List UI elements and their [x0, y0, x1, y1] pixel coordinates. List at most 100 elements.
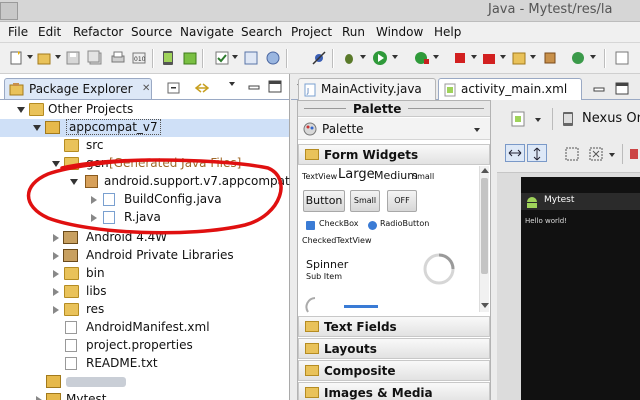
open-console-icon[interactable]	[243, 50, 259, 66]
menu-help[interactable]: Help	[434, 25, 461, 39]
coverage-icon[interactable]	[481, 50, 497, 66]
menu-edit[interactable]: Edit	[38, 25, 61, 39]
scroll-up-icon[interactable]	[481, 168, 489, 173]
android-sdk-icon[interactable]	[182, 50, 198, 66]
widget-toggle-button[interactable]: OFF	[387, 190, 417, 212]
emulate-real-size-button[interactable]	[505, 144, 525, 162]
view-menu-icon[interactable]	[229, 82, 235, 86]
tree-item-bin[interactable]: bin	[0, 265, 289, 283]
new-dropdown-icon[interactable]	[27, 55, 33, 59]
tab-activity-main-xml[interactable]: activity_main.xml	[438, 78, 582, 100]
widget-small-button[interactable]: Small	[350, 190, 380, 212]
widget-button[interactable]: Button	[303, 190, 345, 212]
open-perspective-icon[interactable]	[265, 50, 281, 66]
layout-canvas[interactable]: Mytest Hello world!	[497, 172, 640, 400]
palette-scrollbar[interactable]	[479, 166, 489, 312]
new-class-dropdown-icon[interactable]	[590, 55, 596, 59]
tree-item-readme[interactable]: README.txt	[0, 355, 289, 373]
tab-main-activity[interactable]: J MainActivity.java	[298, 78, 436, 100]
widget-sub-item[interactable]: Sub Item	[306, 272, 342, 281]
widget-textview[interactable]: TextView	[302, 172, 337, 181]
chevron-down-icon[interactable]	[474, 128, 480, 132]
tree-item-package[interactable]: android.support.v7.appcompat	[0, 173, 290, 191]
save-icon[interactable]	[65, 50, 81, 66]
open-dropdown-icon[interactable]	[55, 55, 61, 59]
new-java-project-icon[interactable]	[511, 50, 527, 66]
widget-checked-textview[interactable]: CheckedTextView	[302, 236, 372, 245]
expand-arrow-icon[interactable]	[17, 107, 25, 113]
task-icon[interactable]	[214, 50, 230, 66]
debug-dropdown-icon[interactable]	[360, 55, 366, 59]
minimize-icon[interactable]	[248, 82, 260, 92]
toggle-expand-icon[interactable]	[589, 147, 603, 161]
drawer-images-media[interactable]: Images & Media	[298, 382, 490, 400]
scrollbar-thumb[interactable]	[481, 178, 488, 274]
open-type-icon[interactable]	[36, 50, 52, 66]
progress-small-icon[interactable]	[304, 296, 326, 316]
menu-navigate[interactable]: Navigate	[180, 25, 234, 39]
radio-icon[interactable]	[368, 221, 377, 230]
tree-item-android-platform[interactable]: Android 4.4W	[0, 229, 289, 247]
sdk-manager-icon[interactable]: 010	[131, 50, 147, 66]
tree-item-blurred-project[interactable]	[0, 373, 289, 391]
new-package-icon[interactable]	[542, 50, 558, 66]
maximize-icon[interactable]	[268, 80, 282, 93]
external-tools-dropdown-icon[interactable]	[433, 55, 439, 59]
coverage-dropdown-icon[interactable]	[500, 55, 506, 59]
tree-item-appcompat[interactable]: appcompat_v7	[0, 119, 289, 137]
collapse-arrow-icon[interactable]	[53, 270, 59, 278]
tree-item-other-projects[interactable]: Other Projects	[0, 101, 289, 119]
tree-item-manifest[interactable]: AndroidManifest.xml	[0, 319, 289, 337]
package-explorer-tab[interactable]: Package Explorer ✕	[4, 78, 152, 99]
expand-arrow-icon[interactable]	[33, 125, 41, 131]
progress-bar-icon[interactable]	[344, 305, 378, 308]
widget-checkbox[interactable]: CheckBox	[319, 219, 358, 228]
collapse-arrow-icon[interactable]	[36, 396, 42, 400]
collapse-arrow-icon[interactable]	[91, 214, 97, 222]
stop-dropdown-icon[interactable]	[471, 55, 477, 59]
tree-item-r-java[interactable]: R.java	[0, 209, 289, 227]
print-icon[interactable]	[110, 50, 126, 66]
expand-arrow-icon[interactable]	[52, 161, 60, 167]
new-class-icon[interactable]	[570, 50, 586, 66]
zoom-icon[interactable]	[629, 148, 639, 160]
virtual-device-icon[interactable]	[160, 50, 176, 66]
close-icon[interactable]: ✕	[142, 83, 150, 94]
config-dropdown-icon[interactable]	[535, 118, 541, 122]
tree-item-src[interactable]: src	[0, 137, 289, 155]
drawer-composite[interactable]: Composite	[298, 360, 490, 381]
new-icon[interactable]	[8, 50, 24, 66]
widget-spinner[interactable]: Spinner	[306, 258, 348, 271]
tree-item-libs[interactable]: libs	[0, 283, 289, 301]
collapse-arrow-icon[interactable]	[53, 288, 59, 296]
minimize-icon[interactable]	[593, 84, 605, 94]
new-project-dropdown-icon[interactable]	[530, 55, 536, 59]
collapse-arrow-icon[interactable]	[53, 252, 59, 260]
device-icon[interactable]	[562, 111, 574, 127]
collapse-arrow-icon[interactable]	[91, 196, 97, 204]
collapse-arrow-icon[interactable]	[53, 306, 59, 314]
menu-refactor[interactable]: Refactor	[73, 25, 123, 39]
drawer-layouts[interactable]: Layouts	[298, 338, 490, 359]
open-task-icon[interactable]	[614, 50, 630, 66]
task-dropdown-icon[interactable]	[232, 55, 238, 59]
hello-world-text[interactable]: Hello world!	[525, 217, 567, 225]
expand-arrow-icon[interactable]	[70, 179, 78, 185]
scroll-down-icon[interactable]	[481, 303, 489, 308]
menu-file[interactable]: File	[8, 25, 28, 39]
tree-item-res[interactable]: res	[0, 301, 289, 319]
widget-radio-button[interactable]: RadioButton	[380, 219, 429, 228]
checkbox-icon[interactable]	[306, 221, 315, 230]
collapse-all-icon[interactable]	[166, 81, 182, 95]
palette-selector[interactable]: Palette	[298, 118, 490, 140]
tree-item-private-libraries[interactable]: Android Private Libraries	[0, 247, 289, 265]
maximize-icon[interactable]	[615, 82, 629, 95]
collapse-arrow-icon[interactable]	[53, 234, 59, 242]
tree-item-gen[interactable]: gen [Generated Java Files]	[0, 155, 289, 173]
stop-icon[interactable]	[452, 50, 468, 66]
menu-search[interactable]: Search	[241, 25, 282, 39]
grid-icon[interactable]	[565, 147, 579, 161]
progress-spinner-icon[interactable]	[422, 252, 456, 286]
menu-source[interactable]: Source	[131, 25, 172, 39]
run-icon[interactable]	[372, 50, 388, 66]
